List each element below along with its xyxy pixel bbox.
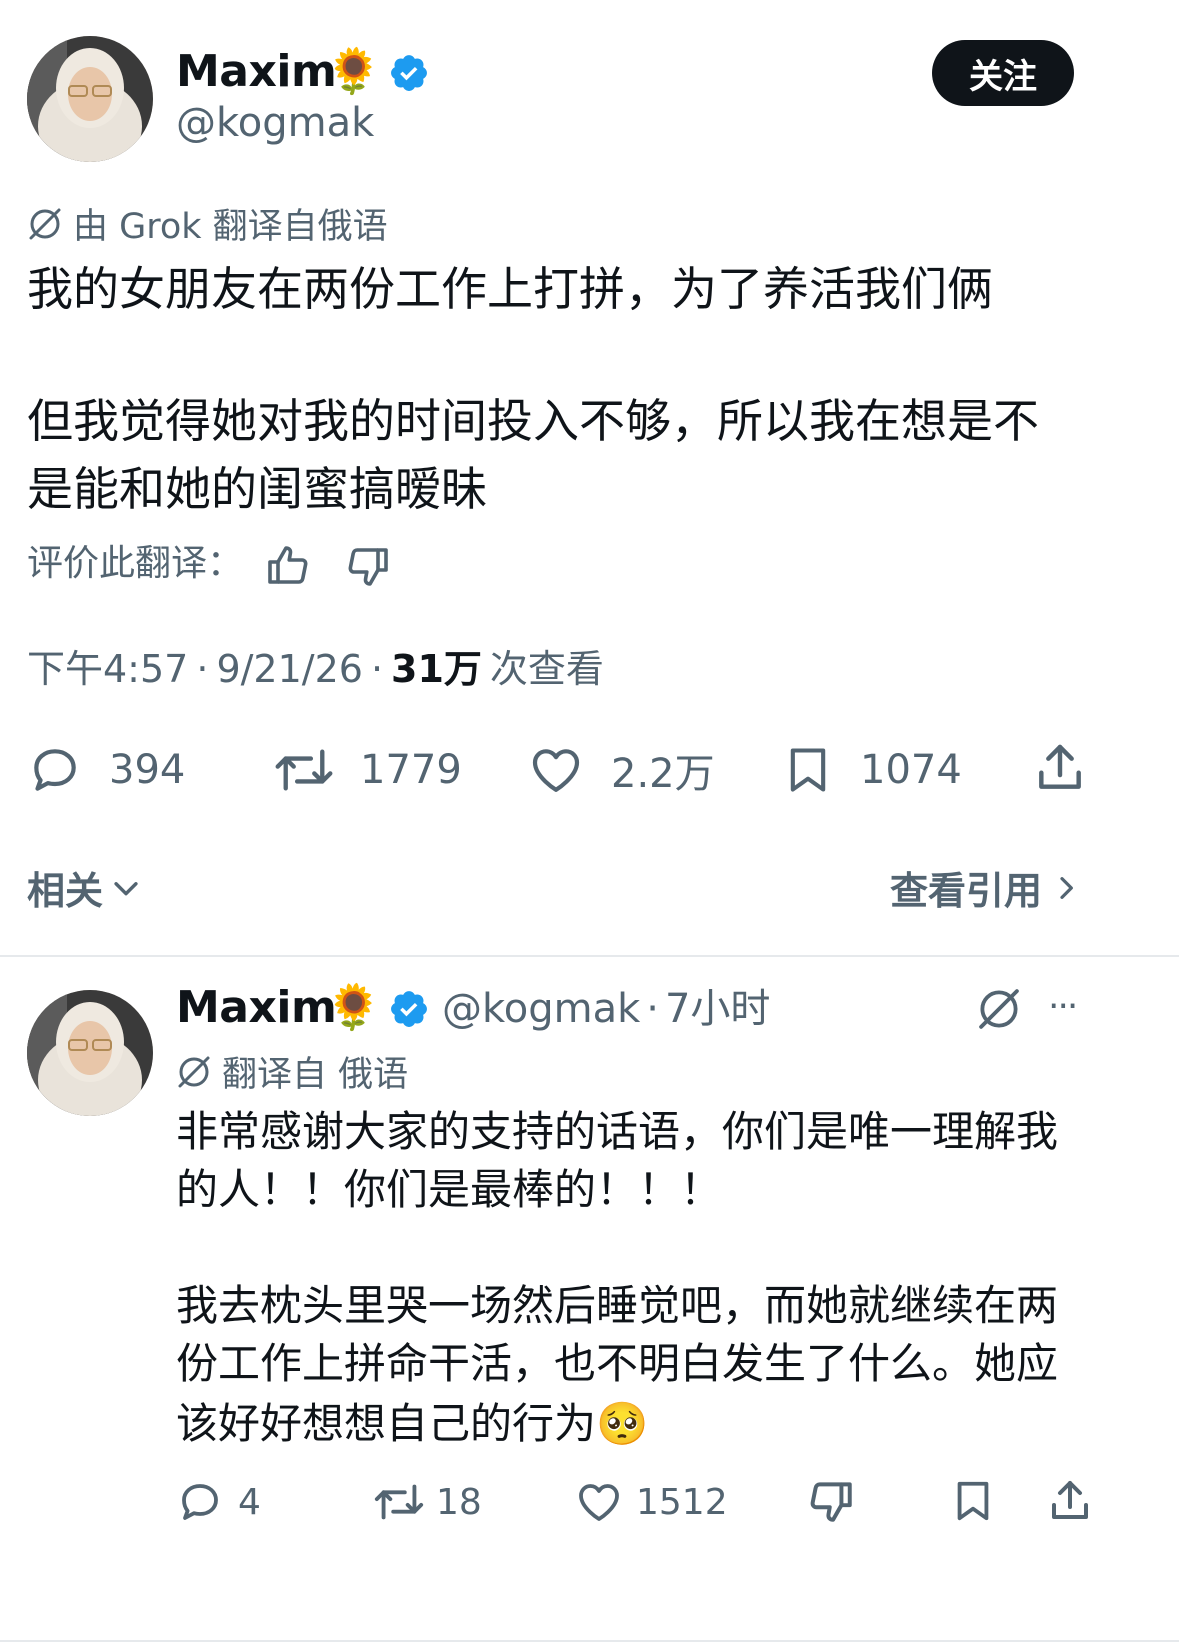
grok-translate-icon (27, 206, 63, 242)
like-icon (527, 742, 585, 798)
grok-translate-icon[interactable] (976, 986, 1022, 1032)
retweet-button[interactable]: 1779 (272, 740, 462, 800)
like-button[interactable]: 2.2万 (527, 740, 715, 800)
reply-retweet-count: 18 (436, 1481, 482, 1523)
verified-badge-icon (388, 52, 430, 94)
view-quotes-label: 查看引用 (890, 869, 1043, 913)
author-handle[interactable]: @kogmak (176, 100, 374, 146)
grok-translate-icon (176, 1054, 212, 1090)
tweet-divider (0, 955, 1179, 957)
reply-time-ago[interactable]: 7小时 (665, 984, 770, 1034)
rate-translation-label: 评价此翻译： (27, 543, 244, 584)
translation-label: 由 Grok 翻译自俄语 (27, 198, 388, 249)
reply-icon (176, 1478, 224, 1526)
separator: · (370, 647, 384, 691)
views-label: 次查看 (489, 647, 604, 691)
thumbs-down-icon[interactable] (344, 542, 392, 590)
reply-meta: @kogmak · 7小时 (442, 984, 770, 1034)
chevron-down-icon (109, 871, 143, 905)
related-dropdown[interactable]: 相关 (27, 860, 143, 915)
reply-button[interactable]: 394 (27, 740, 185, 800)
tweet-text-p2-line1: 但我觉得她对我的时间投入不够，所以我在想是不 (27, 394, 1039, 448)
share-icon[interactable] (1046, 1476, 1094, 1526)
sunflower-emoji: 🌻 (326, 46, 381, 97)
bookmark-button[interactable]: 1074 (782, 740, 962, 800)
author-name[interactable]: Maxim (176, 46, 337, 97)
reply-text-p2-line2: 份工作上拼命干活，也不明白发生了什么。她应 (176, 1339, 1059, 1388)
retweet-icon (272, 742, 336, 798)
reply-reply-button[interactable]: 4 (176, 1476, 261, 1528)
related-label: 相关 (27, 869, 104, 913)
bookmark-icon (782, 742, 834, 798)
reply-text-p2-line3: 该好好想想自己的行为🥺 (176, 1399, 649, 1448)
reply-verified-badge-icon (388, 988, 430, 1030)
avatar[interactable] (27, 36, 153, 162)
translation-label-text: 由 Grok 翻译自俄语 (73, 207, 388, 247)
view-quotes-link[interactable]: 查看引用 (890, 860, 1082, 915)
tweet-text-p2-line2: 是能和她的闺蜜搞暧昧 (27, 462, 487, 516)
reply-count: 394 (109, 747, 186, 793)
reply-translation-label: 翻译自 俄语 (176, 1046, 408, 1097)
views-count: 31万 (391, 647, 482, 691)
share-icon[interactable] (1032, 740, 1088, 796)
separator: · (646, 986, 659, 1032)
follow-button[interactable]: 关注 (932, 40, 1074, 106)
bottom-divider (0, 1640, 1179, 1642)
reply-text-p1-line2: 的人！！你们是最棒的！！！ (176, 1165, 723, 1214)
reply-like-button[interactable]: 1512 (574, 1476, 728, 1528)
more-icon[interactable]: ··· (1048, 986, 1078, 1027)
reply-translation-label-text: 翻译自 俄语 (222, 1055, 409, 1095)
retweet-count: 1779 (360, 747, 462, 793)
separator: · (196, 647, 209, 691)
reply-text-p1-line1: 非常感谢大家的支持的话语，你们是唯一理解我 (176, 1107, 1059, 1156)
like-icon (574, 1478, 624, 1526)
reply-like-count: 1512 (636, 1481, 728, 1523)
chevron-right-icon (1050, 871, 1082, 905)
reply-retweet-button[interactable]: 18 (372, 1476, 482, 1528)
tweet-text-p1: 我的女朋友在两份工作上打拼，为了养活我们俩 (27, 262, 993, 316)
reply-avatar[interactable] (27, 990, 153, 1116)
bookmark-icon[interactable] (950, 1476, 996, 1526)
retweet-icon (372, 1478, 426, 1526)
reply-sunflower-emoji: 🌻 (326, 982, 381, 1033)
reply-reply-count: 4 (238, 1481, 261, 1523)
thumbs-down-icon[interactable] (806, 1476, 856, 1526)
reply-text-p2-line1: 我去枕头里哭一场然后睡觉吧，而她就继续在两 (176, 1281, 1059, 1330)
reply-icon (27, 742, 83, 798)
tweet-date[interactable]: 9/21/26 (216, 644, 363, 694)
thumbs-up-icon[interactable] (264, 542, 312, 590)
tweet-time[interactable]: 下午4:57 (27, 644, 188, 694)
tweet-metadata: 下午4:57 · 9/21/26 · 31万 次查看 (27, 644, 604, 694)
reply-author-name[interactable]: Maxim (176, 982, 337, 1033)
reply-handle[interactable]: @kogmak (442, 984, 640, 1034)
like-count: 2.2万 (611, 751, 715, 797)
bookmark-count: 1074 (860, 747, 962, 793)
